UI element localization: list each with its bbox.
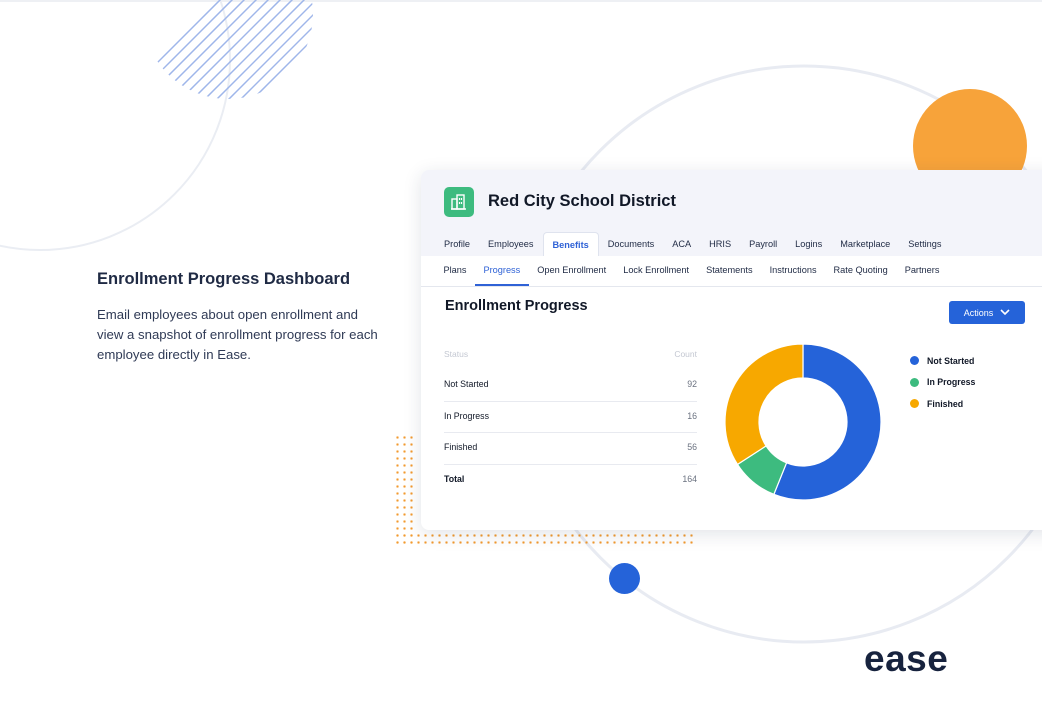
legend-label: Finished bbox=[927, 398, 964, 409]
tab-hris[interactable]: HRIS bbox=[700, 232, 740, 256]
app-header: Red City School District Profile Employe… bbox=[421, 170, 1042, 256]
ease-logo: ease bbox=[864, 638, 949, 679]
tab-benefits[interactable]: Benefits bbox=[542, 232, 599, 256]
legend-item-not-started: Not Started bbox=[910, 350, 975, 372]
tab-profile[interactable]: Profile bbox=[435, 232, 479, 256]
subnav-open-enrollment[interactable]: Open Enrollment bbox=[529, 256, 615, 284]
table-row: In Progress 16 bbox=[444, 402, 697, 433]
tab-logins[interactable]: Logins bbox=[786, 232, 831, 256]
app-window: Red City School District Profile Employe… bbox=[421, 170, 1042, 530]
chevron-down-icon bbox=[1000, 309, 1010, 316]
legend-swatch bbox=[910, 356, 919, 366]
donut-slice-finished bbox=[724, 343, 804, 466]
row-count: 56 bbox=[687, 442, 697, 452]
table-total-row: Total 164 bbox=[444, 465, 697, 497]
total-count: 164 bbox=[682, 473, 697, 484]
legend-swatch bbox=[910, 399, 919, 409]
actions-button-label: Actions bbox=[963, 307, 994, 318]
legend-label: In Progress bbox=[927, 377, 976, 388]
subnav-progress[interactable]: Progress bbox=[474, 256, 529, 286]
enrollment-table: Status Count Not Started 92 In Progress … bbox=[444, 340, 697, 496]
district-logo bbox=[444, 187, 474, 217]
subnav-instructions[interactable]: Instructions bbox=[761, 256, 825, 284]
subnav-statements[interactable]: Statements bbox=[698, 256, 761, 284]
row-status: Not Started bbox=[444, 379, 489, 389]
subnav-rate-quoting[interactable]: Rate Quoting bbox=[825, 256, 896, 284]
table-header: Status Count bbox=[444, 340, 697, 370]
legend-swatch bbox=[910, 377, 919, 387]
actions-button[interactable]: Actions bbox=[949, 301, 1025, 324]
legend-item-finished: Finished bbox=[910, 393, 975, 415]
enrollment-donut-chart bbox=[724, 343, 882, 501]
total-label: Total bbox=[444, 473, 465, 484]
legend-label: Not Started bbox=[927, 355, 975, 366]
legend-item-in-progress: In Progress bbox=[910, 372, 975, 394]
tab-payroll[interactable]: Payroll bbox=[740, 232, 786, 256]
tab-documents[interactable]: Documents bbox=[599, 232, 663, 256]
intro-section: Enrollment Progress Dashboard Email empl… bbox=[97, 270, 387, 365]
dot-pattern-horizontal bbox=[394, 532, 696, 548]
section-title: Enrollment Progress bbox=[445, 298, 588, 314]
building-icon bbox=[451, 194, 466, 210]
subnav-partners[interactable]: Partners bbox=[896, 256, 948, 284]
subnav-plans[interactable]: Plans bbox=[435, 256, 475, 284]
row-status: In Progress bbox=[444, 410, 489, 421]
subnav-lock-enrollment[interactable]: Lock Enrollment bbox=[615, 256, 698, 284]
row-status: Finished bbox=[444, 442, 478, 452]
count-column-header: Count bbox=[674, 349, 697, 359]
tab-settings[interactable]: Settings bbox=[899, 232, 950, 256]
row-count: 92 bbox=[687, 379, 697, 389]
main-tabs: Profile Employees Benefits Documents ACA… bbox=[435, 232, 951, 256]
table-row: Finished 56 bbox=[444, 433, 697, 465]
row-count: 16 bbox=[687, 410, 697, 421]
blue-decorative-dot bbox=[609, 563, 640, 594]
dot-pattern-vertical bbox=[394, 434, 416, 548]
table-row: Not Started 92 bbox=[444, 370, 697, 402]
intro-title: Enrollment Progress Dashboard bbox=[97, 270, 351, 288]
district-name: Red City School District bbox=[488, 192, 676, 210]
intro-description: Email employees about open enrollment an… bbox=[97, 307, 378, 362]
sub-navigation: Plans Progress Open Enrollment Lock Enro… bbox=[435, 256, 1042, 286]
tab-aca[interactable]: ACA bbox=[663, 232, 700, 256]
tab-employees[interactable]: Employees bbox=[479, 232, 542, 256]
chart-legend: Not Started In Progress Finished bbox=[910, 350, 975, 415]
subnav-divider bbox=[421, 286, 1042, 287]
tab-marketplace[interactable]: Marketplace bbox=[831, 232, 899, 256]
status-column-header: Status bbox=[444, 349, 469, 359]
